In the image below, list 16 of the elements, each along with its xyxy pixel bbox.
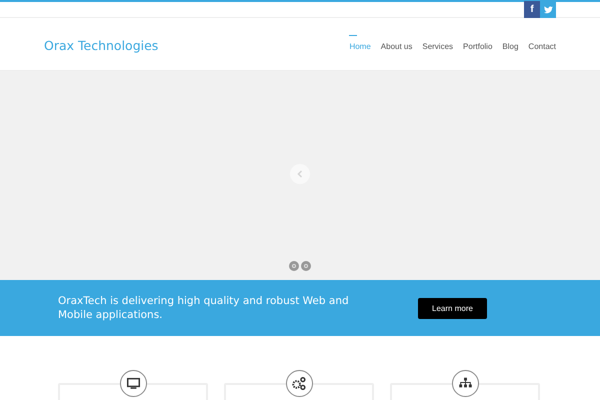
slide-dot[interactable]	[289, 261, 299, 271]
learn-more-button[interactable]: Learn more	[418, 298, 487, 318]
nav-link[interactable]: Portfolio	[463, 38, 492, 50]
facebook-link[interactable]: f	[524, 1, 540, 18]
twitter-link[interactable]	[540, 1, 556, 18]
monitor-icon	[120, 370, 147, 397]
nav-link[interactable]: Contact	[528, 38, 556, 50]
slide-dot[interactable]	[301, 261, 311, 271]
nav-link[interactable]: Blog	[502, 38, 518, 50]
banner-text: OraxTech is delivering high quality and robust Web and Mobile applications.	[58, 294, 350, 322]
bird-icon	[544, 6, 552, 14]
nav-link[interactable]: About us	[380, 38, 412, 50]
chevron-left-icon	[296, 170, 304, 178]
previous-slide-button[interactable]	[290, 164, 310, 184]
nav-link[interactable]: Services	[422, 38, 454, 50]
sitemap-icon	[452, 370, 479, 397]
